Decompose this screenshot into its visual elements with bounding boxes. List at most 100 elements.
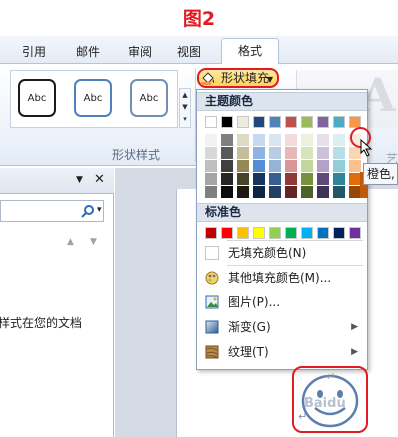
theme-shade-swatch[interactable] [301,186,313,198]
theme-shade-swatch[interactable] [253,147,265,159]
tab-review[interactable]: 审阅 [124,42,156,62]
theme-shade-swatch[interactable] [269,160,281,172]
theme-color-swatch[interactable] [317,116,329,128]
pane-menu-icon[interactable]: ▼ [76,175,83,185]
theme-shade-swatch[interactable] [221,173,233,185]
shape-style-steel[interactable]: Abc [130,79,168,117]
theme-shade-swatch[interactable] [269,173,281,185]
menu-divider [227,265,363,266]
gradient-icon [205,320,219,334]
chevron-down-icon[interactable]: ▾ [97,205,102,215]
theme-color-swatch[interactable] [205,116,217,128]
theme-color-swatch[interactable] [253,116,265,128]
standard-color-swatch[interactable] [333,227,345,239]
theme-shade-swatch[interactable] [333,134,345,146]
standard-color-swatch[interactable] [221,227,233,239]
theme-color-swatch[interactable] [285,116,297,128]
theme-shade-swatch[interactable] [269,147,281,159]
theme-shade-swatch[interactable] [253,173,265,185]
theme-shade-swatch[interactable] [237,186,249,198]
theme-color-swatch[interactable] [221,116,233,128]
gradient-fill-menu-item[interactable]: 渐变(G) ▶ [198,316,366,338]
theme-shade-swatch[interactable] [237,134,249,146]
paint-bucket-icon [201,72,215,85]
standard-color-swatch[interactable] [205,227,217,239]
theme-shade-swatch[interactable] [285,186,297,198]
theme-shade-swatch[interactable] [205,134,217,146]
theme-shade-swatch[interactable] [333,160,345,172]
none-swatch-icon [205,246,219,260]
theme-shade-swatch[interactable] [237,147,249,159]
standard-color-swatch[interactable] [269,227,281,239]
theme-shade-swatch[interactable] [221,160,233,172]
theme-shade-swatch[interactable] [301,160,313,172]
theme-shade-swatch[interactable] [237,160,249,172]
theme-shade-swatch[interactable] [253,134,265,146]
standard-color-swatch[interactable] [349,227,361,239]
texture-fill-menu-item[interactable]: 纹理(T) ▶ [198,341,366,363]
no-fill-menu-item[interactable]: 无填充颜色(N) [198,242,366,264]
tab-mailings[interactable]: 邮件 [70,42,106,62]
standard-color-swatch[interactable] [317,227,329,239]
tab-references[interactable]: 引用 [18,42,50,62]
mouse-cursor-icon [360,139,373,157]
submenu-arrow-icon: ▶ [351,322,358,332]
theme-shade-swatch[interactable] [301,173,313,185]
standard-color-swatch[interactable] [253,227,265,239]
gallery-scroll-buttons[interactable]: ▲ ▼ ▾ [179,88,191,128]
pane-description-text: 样式在您的文档 [0,316,83,330]
theme-shade-swatch[interactable] [349,160,361,172]
theme-shade-swatch[interactable] [301,134,313,146]
texture-icon [205,345,219,359]
theme-color-swatch[interactable] [301,116,313,128]
standard-color-swatch[interactable] [237,227,249,239]
theme-shade-swatch[interactable] [317,134,329,146]
theme-color-swatch[interactable] [269,116,281,128]
theme-shade-swatch[interactable] [205,160,217,172]
figure-title: 图2 [182,8,216,30]
theme-shade-swatch[interactable] [269,186,281,198]
standard-color-swatch[interactable] [301,227,313,239]
theme-shade-swatch[interactable] [253,160,265,172]
tab-format[interactable]: 格式 [221,38,279,65]
theme-shade-swatch[interactable] [317,186,329,198]
scroll-down-icon[interactable]: ▼ [90,237,97,247]
tab-view[interactable]: 视图 [173,42,205,62]
shape-style-black[interactable]: Abc [18,79,56,117]
theme-shade-swatch[interactable] [317,147,329,159]
standard-color-swatch[interactable] [285,227,297,239]
theme-colors-header: 主题颜色 [197,92,367,111]
theme-color-swatch[interactable] [333,116,345,128]
theme-shade-swatch[interactable] [221,134,233,146]
theme-shade-swatch[interactable] [221,147,233,159]
theme-shade-swatch[interactable] [205,173,217,185]
picture-fill-menu-item[interactable]: 图片(P)... [198,291,366,313]
theme-color-swatch[interactable] [237,116,249,128]
theme-shade-swatch[interactable] [317,173,329,185]
shape-style-blue[interactable]: Abc [74,79,112,117]
watermark-text: Baidu [304,396,346,411]
theme-shade-swatch[interactable] [221,186,233,198]
more-fill-colors-label: 其他填充颜色(M)... [228,271,332,285]
search-icon[interactable] [81,204,95,218]
theme-shade-swatch[interactable] [333,173,345,185]
theme-shade-swatch[interactable] [253,186,265,198]
pane-search-input[interactable]: ▾ [0,200,104,222]
shape-styles-gallery: Abc Abc Abc [10,70,178,128]
theme-shade-swatch[interactable] [285,160,297,172]
theme-shade-swatch[interactable] [317,160,329,172]
theme-shade-swatch[interactable] [205,147,217,159]
theme-shade-swatch[interactable] [333,147,345,159]
standard-colors-header: 标准色 [197,203,367,222]
theme-shade-swatch[interactable] [301,147,313,159]
theme-shade-swatch[interactable] [237,173,249,185]
scroll-up-icon[interactable]: ▲ [67,237,74,247]
more-fill-colors-menu-item[interactable]: 其他填充颜色(M)... [198,267,366,289]
theme-shade-swatch[interactable] [269,134,281,146]
theme-shade-swatch[interactable] [205,186,217,198]
theme-shade-swatch[interactable] [285,173,297,185]
theme-shade-swatch[interactable] [285,147,297,159]
close-icon[interactable]: ✕ [94,172,105,187]
theme-shade-swatch[interactable] [285,134,297,146]
theme-shade-swatch[interactable] [333,186,345,198]
